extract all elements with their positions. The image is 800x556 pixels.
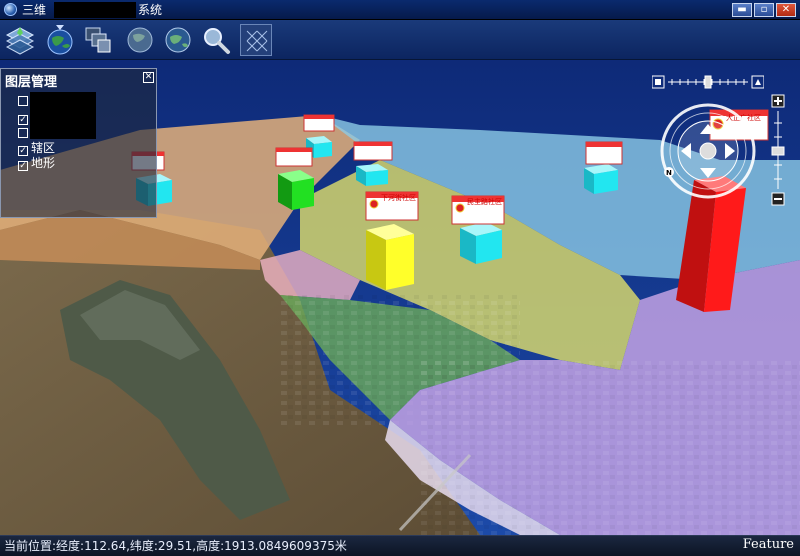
layer-row-district[interactable]: ✓ 辖区 (18, 140, 55, 156)
bar-green (278, 170, 314, 210)
layers-icon[interactable] (4, 24, 36, 56)
windows-icon[interactable] (82, 24, 114, 56)
grid-select-icon[interactable] (240, 24, 272, 56)
community-card-min-zhu-lu: 民主路社区 (451, 195, 505, 225)
layer-label-terrain: 地形 (31, 156, 56, 170)
community-card (353, 141, 393, 161)
magnifier-icon[interactable] (200, 24, 232, 56)
layer-row-terrain[interactable]: ✓ 地形 (18, 155, 55, 171)
layer-checkbox-2[interactable]: ✓ (18, 115, 28, 125)
layer-panel: 图层管理 ✕ ✓ ✓ 辖区 ✓ 地形 (0, 68, 157, 218)
maximize-button[interactable]: ▫ (754, 3, 774, 17)
globe-icon[interactable] (124, 24, 156, 56)
minimize-button[interactable]: ▬ (732, 3, 752, 17)
compass-control[interactable]: N (659, 102, 757, 200)
coordinate-readout: 当前位置:经度:112.64,纬度:29.51,高度:1913.08496093… (4, 539, 347, 553)
svg-text:民主路社区: 民主路社区 (467, 197, 502, 206)
tilt-slider[interactable] (652, 75, 764, 89)
globe-dropdown-icon[interactable] (44, 24, 76, 56)
globe-rotate-icon[interactable] (162, 24, 194, 56)
bar-cyan-right (460, 222, 502, 264)
bar-cyan-far (584, 164, 618, 194)
bar-yellow (366, 224, 414, 290)
status-bar: 当前位置:经度:112.64,纬度:29.51,高度:1913.08496093… (0, 535, 800, 556)
close-button[interactable]: ✕ (776, 3, 796, 17)
community-card-xia-he-jie: 下河街社区 (365, 191, 419, 221)
layer-checkbox-1[interactable] (18, 96, 28, 106)
layer-checkbox-terrain[interactable]: ✓ (18, 161, 28, 171)
zoom-control[interactable] (768, 93, 788, 211)
community-card (275, 147, 313, 167)
layer-redaction (30, 92, 96, 139)
window-title-suffix: 系统 (138, 3, 163, 17)
window-title-prefix: 三维 (22, 3, 47, 17)
layer-panel-close-button[interactable]: ✕ (143, 72, 154, 83)
svg-text:下河街社区: 下河街社区 (381, 193, 416, 202)
toolbar (0, 20, 800, 60)
community-card (585, 141, 623, 165)
app-globe-icon (4, 3, 17, 16)
layer-label-district: 辖区 (31, 141, 56, 155)
title-redaction (54, 2, 136, 18)
brand-label: Feature (742, 537, 794, 552)
community-card (303, 114, 335, 132)
svg-text:N: N (666, 169, 672, 177)
layer-checkbox-3[interactable] (18, 128, 28, 138)
chevron-down-icon (56, 25, 64, 30)
layer-panel-title: 图层管理 (5, 75, 58, 90)
title-bar: 三维 系统 ▬ ▫ ✕ (0, 0, 800, 20)
bar-cyan-mid (356, 164, 388, 186)
